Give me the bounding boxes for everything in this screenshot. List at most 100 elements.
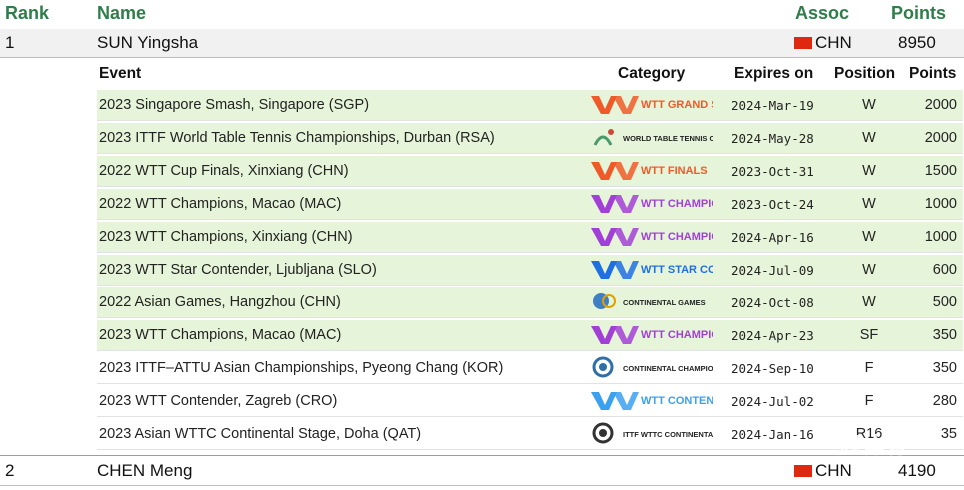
expires-date: 2024-Jul-09 xyxy=(731,262,814,278)
event-points: 2000 xyxy=(924,97,957,113)
event-row[interactable]: 2022 Asian Games, Hangzhou (CHN) CONTINEN… xyxy=(97,287,963,319)
event-name[interactable]: 2023 Asian WTTC Continental Stage, Doha … xyxy=(99,419,421,450)
event-row[interactable]: 2023 WTT Contender, Zagreb (CRO) WTT CONT… xyxy=(97,386,963,418)
event-points: 350 xyxy=(932,327,957,344)
expires-date: 2024-Jul-02 xyxy=(731,394,814,410)
wtt-star-contender-logo-graphic: WTT STAR CONTENDER xyxy=(591,260,713,279)
wtt-grand-smash-logo-graphic: WTT GRAND SMASH xyxy=(591,96,713,114)
category-logo-text: WTT STAR CONTENDER xyxy=(641,264,713,276)
event-position: W xyxy=(862,228,876,245)
wttc-continental-stage-logo-graphic: ITTF WTTC CONTINENTAL STAGE xyxy=(592,422,713,444)
player-row[interactable]: 2 CHEN Meng CHN 4190 xyxy=(0,457,964,485)
wtt-champions-logo-graphic: WTT CHAMPIONS xyxy=(591,326,713,345)
china-flag-icon xyxy=(794,36,812,49)
event-row[interactable]: 2023 WTT Star Contender, Ljubljana (SLO)… xyxy=(97,254,963,286)
event-points: 600 xyxy=(932,261,957,278)
expires-date: 2024-May-28 xyxy=(731,130,814,146)
event-row[interactable]: 2023 ITTF–ATTU Asian Championships, Pyeo… xyxy=(97,353,963,385)
event-position: W xyxy=(862,261,876,278)
player-rank: 1 xyxy=(5,33,15,52)
event-name[interactable]: 2023 WTT Champions, Macao (MAC) xyxy=(99,320,341,351)
expires-header: Expires on xyxy=(734,65,814,82)
continental-games-logo: CONTINENTAL GAMES xyxy=(589,287,713,318)
category-logo-text: WORLD TABLE TENNIS CHAMPIONSHIPS xyxy=(623,134,713,143)
event-position: W xyxy=(862,97,876,113)
event-position: W xyxy=(862,195,876,212)
event-points: 1000 xyxy=(924,195,957,212)
assoc-code: CHN xyxy=(815,33,852,52)
event-points: 500 xyxy=(932,294,957,311)
event-row[interactable]: 2023 ITTF World Table Tennis Championshi… xyxy=(97,122,963,154)
wtt-grand-smash-logo: WTT GRAND SMASH xyxy=(589,90,713,121)
category-logo-text: WTT CHAMPIONS xyxy=(641,329,713,341)
china-flag-icon xyxy=(794,464,812,477)
event-row[interactable]: 2023 WTT Champions, Macao (MAC) WTT CHAMP… xyxy=(97,320,963,352)
category-logo-text: ITTF WTTC CONTINENTAL STAGE xyxy=(623,430,713,439)
expires-date: 2024-Jan-16 xyxy=(731,427,814,442)
player-name[interactable]: CHEN Meng xyxy=(97,457,192,485)
assoc-code: CHN xyxy=(815,461,852,480)
expires-date: 2024-Apr-16 xyxy=(731,229,814,245)
event-row[interactable]: 2022 WTT Champions, Macao (MAC) WTT CHAMP… xyxy=(97,188,963,220)
event-points: 280 xyxy=(932,393,957,410)
category-logo-text: WTT CHAMPIONS xyxy=(641,231,713,243)
event-name[interactable]: 2023 ITTF World Table Tennis Championshi… xyxy=(99,123,495,154)
category-logo-text: WTT CHAMPIONS xyxy=(641,198,713,210)
wtt-finals-logo-graphic: WTT FINALS xyxy=(591,161,708,180)
divider xyxy=(0,485,964,486)
ittf-world-championships-logo-graphic: WORLD TABLE TENNIS CHAMPIONSHIPS xyxy=(593,128,713,146)
ittf-world-championships-logo: WORLD TABLE TENNIS CHAMPIONSHIPS xyxy=(589,123,713,154)
event-name[interactable]: 2022 WTT Cup Finals, Xinxiang (CHN) xyxy=(99,156,349,187)
wttc-continental-stage-logo: ITTF WTTC CONTINENTAL STAGE xyxy=(589,419,713,450)
event-name[interactable]: 2023 WTT Contender, Zagreb (CRO) xyxy=(99,386,337,417)
category-logo-text: WTT CONTENDER xyxy=(641,395,713,407)
wtt-contender-logo: WTT CONTENDER xyxy=(589,386,713,417)
event-row[interactable]: 2023 Singapore Smash, Singapore (SGP) WTT… xyxy=(97,90,963,121)
continental-championships-logo-graphic: CONTINENTAL CHAMPIONSHIPS xyxy=(592,356,713,378)
player-rank: 2 xyxy=(5,461,15,480)
player-points: 4190 xyxy=(898,461,936,480)
event-points: 2000 xyxy=(924,129,957,146)
event-row[interactable]: 2023 WTT Champions, Xinxiang (CHN) WTT CH… xyxy=(97,221,963,253)
event-name[interactable]: 2022 WTT Champions, Macao (MAC) xyxy=(99,189,341,220)
event-position: W xyxy=(862,162,876,179)
event-position: F xyxy=(864,393,874,410)
wtt-star-contender-logo: WTT STAR CONTENDER xyxy=(589,255,713,286)
position-header: Position xyxy=(834,65,896,82)
name-header: Name xyxy=(97,3,147,23)
event-header: Event xyxy=(99,65,142,82)
player-row[interactable]: 1 SUN Yingsha CHN 8950 xyxy=(0,29,964,57)
event-name[interactable]: 2023 WTT Champions, Xinxiang (CHN) xyxy=(99,222,353,253)
wtt-champions-logo: WTT CHAMPIONS xyxy=(589,222,713,253)
player-assoc: CHN xyxy=(794,29,852,57)
continental-games-logo-graphic: CONTINENTAL GAMES xyxy=(593,293,706,310)
expires-date: 2024-Mar-19 xyxy=(731,98,814,113)
expires-date: 2024-Sep-10 xyxy=(731,361,814,377)
divider xyxy=(0,455,964,456)
assoc-header: Assoc xyxy=(795,3,850,23)
event-row[interactable]: 2023 Asian WTTC Continental Stage, Doha … xyxy=(97,419,963,450)
continental-championships-logo: CONTINENTAL CHAMPIONSHIPS xyxy=(589,353,713,384)
player-name[interactable]: SUN Yingsha xyxy=(97,29,198,57)
wtt-champions-logo-graphic: WTT CHAMPIONS xyxy=(591,194,713,213)
expires-date: 2024-Oct-08 xyxy=(731,295,814,311)
watermark: 冠体育 xyxy=(838,433,911,458)
category-logo-text: WTT FINALS xyxy=(641,165,708,177)
event-points: 1000 xyxy=(924,228,957,245)
event-row[interactable]: 2022 WTT Cup Finals, Xinxiang (CHN) WTT F… xyxy=(97,155,963,187)
event-name[interactable]: 2023 ITTF–ATTU Asian Championships, Pyeo… xyxy=(99,353,503,384)
wtt-finals-logo: WTT FINALS xyxy=(589,156,713,187)
event-points: 1500 xyxy=(924,162,957,179)
event-name[interactable]: 2023 Singapore Smash, Singapore (SGP) xyxy=(99,90,369,121)
event-name[interactable]: 2023 WTT Star Contender, Ljubljana (SLO) xyxy=(99,255,377,286)
divider xyxy=(0,57,964,58)
event-points-header: Points xyxy=(909,65,957,82)
category-logo-text: CONTINENTAL CHAMPIONSHIPS xyxy=(623,364,713,373)
wtt-champions-logo-graphic: WTT CHAMPIONS xyxy=(591,227,713,246)
event-name[interactable]: 2022 Asian Games, Hangzhou (CHN) xyxy=(99,287,341,318)
event-position: F xyxy=(864,360,874,377)
wtt-champions-logo: WTT CHAMPIONS xyxy=(589,320,713,351)
category-logo-text: WTT GRAND SMASH xyxy=(641,99,713,111)
player-points: 8950 xyxy=(898,33,936,52)
expires-date: 2023-Oct-24 xyxy=(731,196,814,212)
